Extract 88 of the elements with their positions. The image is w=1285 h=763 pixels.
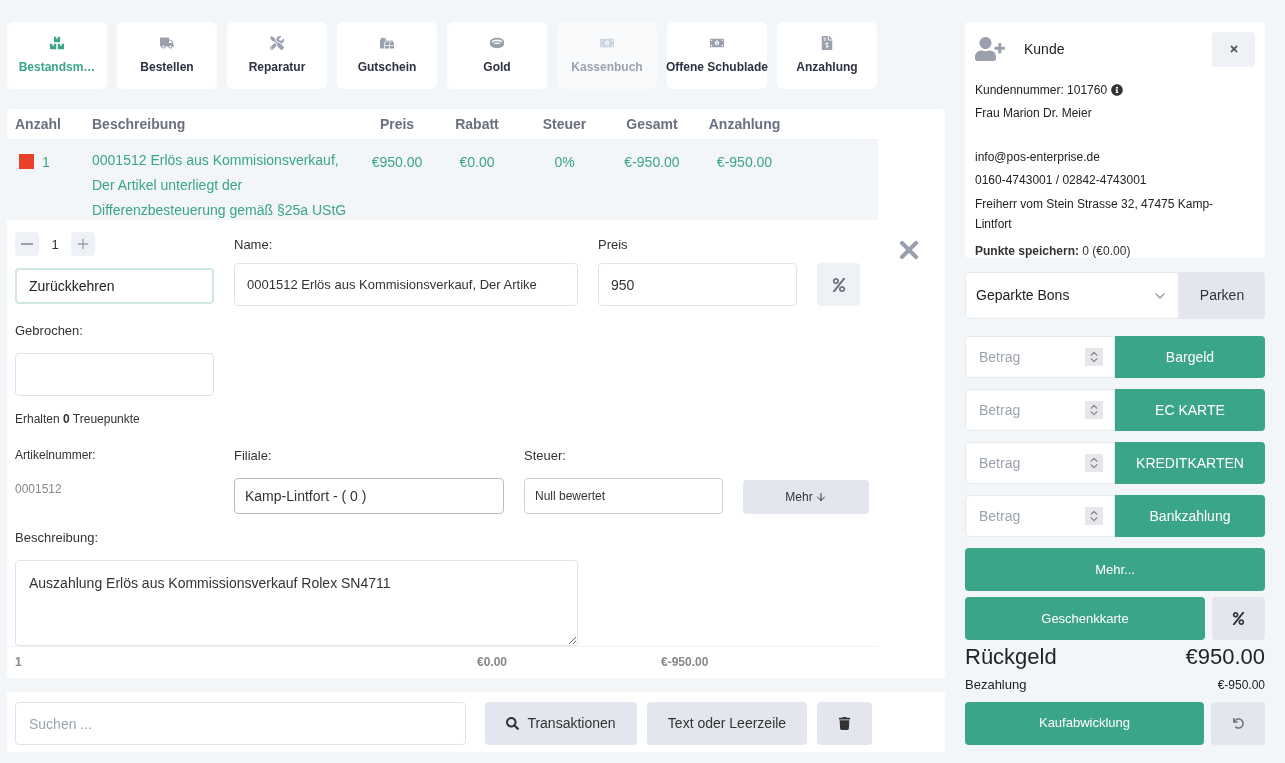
field-label: Name: xyxy=(234,236,274,254)
boxes-icon xyxy=(50,35,64,50)
total-text: €-950.00 xyxy=(623,153,681,173)
branch-field[interactable]: Kamp-Lintfort - ( 0 ) xyxy=(234,478,504,515)
quantity-text: 1 xyxy=(42,153,50,173)
column-header: Anzahlung xyxy=(707,114,782,134)
minus-icon xyxy=(21,243,33,246)
amount-field[interactable]: Betrag xyxy=(965,389,1115,431)
remove-customer-button[interactable] xyxy=(1212,31,1255,67)
description-field[interactable]: Auszahlung Erlös aus Kommissionsverkauf Rolex SN4711 xyxy=(15,559,578,646)
change-value: €950.00 xyxy=(1185,644,1265,670)
article-number: 0001512 xyxy=(15,480,63,498)
customer-number: Kundennummer: 101760 xyxy=(975,82,1108,99)
customer-phone: 0160-4743001 / 02842-4743001 xyxy=(975,172,1148,189)
toolbar-button[interactable]: Bestellen xyxy=(117,22,217,89)
spinner-icon[interactable] xyxy=(1085,401,1103,419)
price-field[interactable]: 950 xyxy=(598,263,797,307)
tax-field[interactable]: Null bewertet xyxy=(524,478,723,515)
price-text: €950.00 xyxy=(370,153,424,173)
spinner-icon[interactable] xyxy=(1085,507,1103,525)
name-field[interactable]: 0001512 Erlös aus Kommisionsverkauf, Der Artike xyxy=(234,263,578,307)
truck-icon xyxy=(160,35,174,50)
column-header: Preis xyxy=(378,114,416,134)
toolbar-button[interactable]: Anzahlung xyxy=(777,22,877,89)
broken-field[interactable] xyxy=(15,352,214,396)
amount-field[interactable]: Betrag xyxy=(965,336,1115,378)
discount-button[interactable] xyxy=(1212,597,1265,640)
field-label: Gebrochen: xyxy=(15,322,84,341)
toolbar-button[interactable]: Reparatur xyxy=(227,22,327,89)
field-label: Preis xyxy=(598,236,629,254)
add-user-icon xyxy=(975,37,1005,61)
paid-label: Bezahlung xyxy=(965,676,1027,694)
loyalty-text: Erhalten 0 Treuepunkte xyxy=(15,410,141,428)
gift-icon xyxy=(380,35,394,50)
tools-icon xyxy=(270,35,284,50)
quantity-value: 1 xyxy=(50,235,60,254)
footer-quantity: 1 xyxy=(14,654,23,672)
search-field[interactable]: Suchen ... xyxy=(15,702,466,745)
percent-icon xyxy=(1232,612,1245,625)
mode-field[interactable]: Zurückkehren xyxy=(15,268,214,305)
customer-email: info@pos-enterprise.de xyxy=(975,149,1101,166)
park-button[interactable]: Parken xyxy=(1179,272,1265,319)
more-button[interactable]: Mehr xyxy=(743,479,869,514)
tax-text: 0% xyxy=(553,153,576,173)
undo-icon xyxy=(1232,717,1244,729)
trash-icon xyxy=(838,717,851,730)
info-icon xyxy=(1111,84,1124,96)
parked-receipts-select[interactable]: Geparkte Bons xyxy=(965,272,1179,319)
increase-button[interactable] xyxy=(71,232,95,257)
column-header: Rabatt xyxy=(454,114,500,134)
column-header: Beschreibung xyxy=(92,114,187,134)
spinner-icon[interactable] xyxy=(1085,348,1103,366)
arrow-down-icon xyxy=(814,490,827,503)
customer-address: Freiherr vom Stein Strasse 32, 47475 Kamp-Lintfort xyxy=(975,196,1215,233)
column-header: Gesamt xyxy=(625,114,679,134)
text-line-button[interactable]: Text oder Leerzeile xyxy=(647,702,807,745)
delete-button[interactable] xyxy=(817,702,872,745)
search-icon xyxy=(506,717,520,730)
close-icon xyxy=(1228,44,1239,54)
customer-title: Kunde xyxy=(1024,39,1065,59)
paid-value: €-950.00 xyxy=(1217,676,1265,694)
percent-icon xyxy=(831,277,846,292)
field-label: Artikelnummer: xyxy=(15,446,97,464)
discount-button[interactable] xyxy=(817,263,860,307)
toolbar-button[interactable]: Offene Schublade xyxy=(667,22,767,89)
loyalty-points: Punkte speichern: 0 (€0.00) xyxy=(975,243,1132,260)
invoice-icon xyxy=(820,35,834,50)
footer-total: €-950.00 xyxy=(660,654,709,672)
undo-button[interactable] xyxy=(1211,701,1265,745)
column-header: Steuer xyxy=(541,114,588,134)
footer-discount: €0.00 xyxy=(477,654,509,672)
customer-name: Frau Marion Dr. Meier xyxy=(975,105,1093,122)
toolbar-button[interactable]: Gutschein xyxy=(337,22,437,89)
field-label: Beschreibung: xyxy=(15,529,100,548)
deposit-text: €-950.00 xyxy=(715,153,774,173)
spinner-icon[interactable] xyxy=(1085,454,1103,472)
ring-icon xyxy=(490,35,504,50)
field-label: Steuer: xyxy=(524,446,567,465)
description-text: 0001512 Erlös aus Kommisionsverkauf, Der Artikel unterliegt der Differenzbesteuerung gemäß §25a UStG xyxy=(92,151,348,221)
toolbar-button[interactable]: Gold xyxy=(447,22,547,89)
transactions-button[interactable]: Transaktionen xyxy=(485,702,637,745)
amount-field[interactable]: Betrag xyxy=(965,495,1115,537)
column-header: Anzahl xyxy=(14,114,62,134)
discount-text: €0.00 xyxy=(458,153,496,173)
amount-field[interactable]: Betrag xyxy=(965,442,1115,484)
field-label: Filiale: xyxy=(234,446,273,465)
change-label: Rückgeld xyxy=(965,644,1057,670)
decrease-button[interactable] xyxy=(15,232,39,257)
